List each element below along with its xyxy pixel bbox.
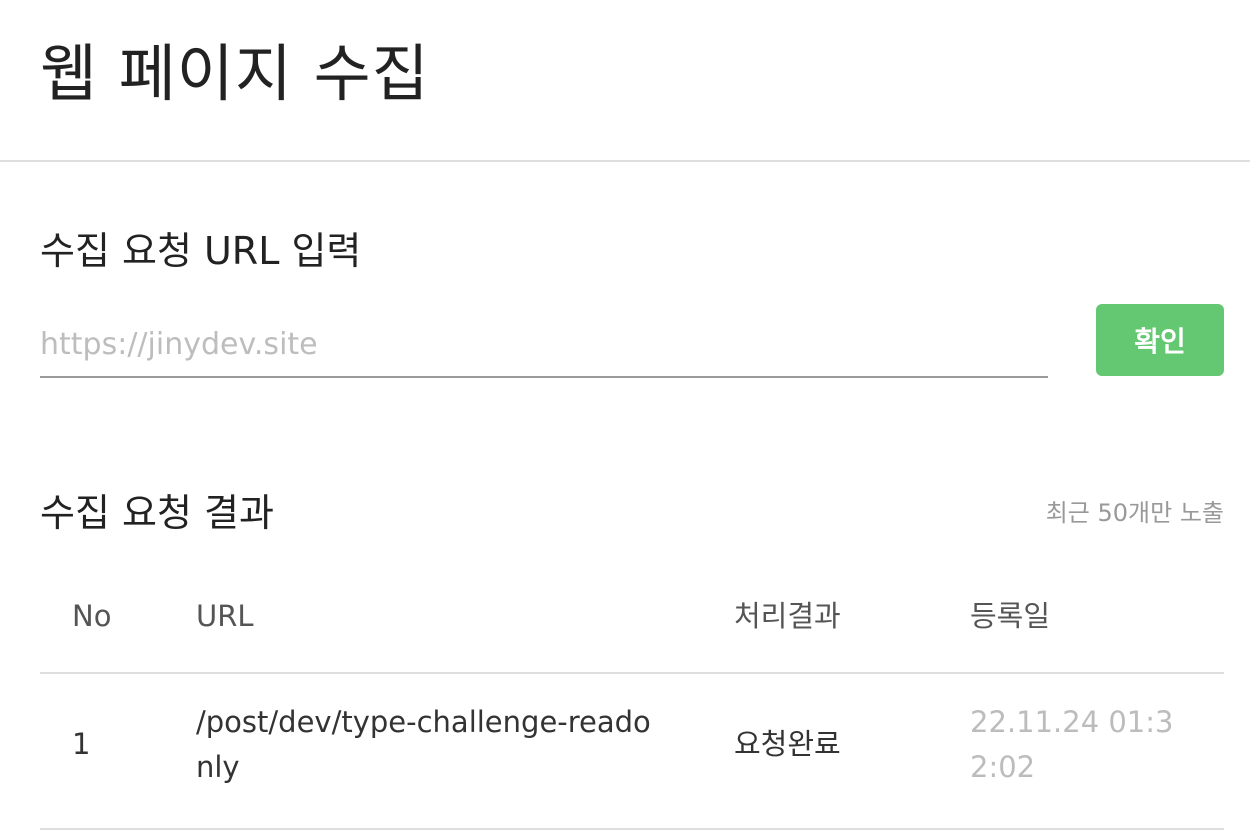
row-date: 22.11.24 01:32:02 (970, 705, 1174, 784)
column-header-date: 등록일 (970, 599, 1051, 633)
table-row: 1 /post/dev/type-challenge-readonly 요청완료… (40, 674, 1224, 830)
row-status: 요청완료 (734, 727, 841, 761)
column-header-no: No (72, 599, 112, 633)
result-section-title: 수집 요청 결과 (40, 491, 274, 535)
column-header-status: 처리결과 (734, 599, 841, 633)
page-title: 웹 페이지 수집 (40, 37, 430, 110)
row-url: /post/dev/type-challenge-readonly (196, 705, 651, 784)
result-table: No URL 처리결과 등록일 1 /post/dev/type-challen… (40, 580, 1224, 830)
column-header-url: URL (196, 599, 254, 633)
confirm-button[interactable]: 확인 (1096, 304, 1224, 376)
row-no: 1 (72, 727, 91, 761)
url-input[interactable] (40, 312, 1048, 378)
result-limit-note: 최근 50개만 노출 (1045, 499, 1224, 527)
page-header: 웹 페이지 수집 (0, 0, 1250, 162)
table-header: No URL 처리결과 등록일 (40, 580, 1224, 674)
url-input-section-title: 수집 요청 URL 입력 (40, 229, 362, 273)
page: 웹 페이지 수집 수집 요청 URL 입력 확인 수집 요청 결과 최근 50개… (0, 0, 1250, 830)
